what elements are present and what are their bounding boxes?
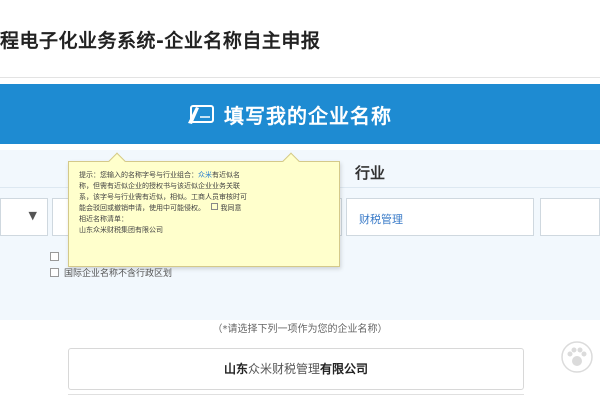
result-tradename: 众米财税管理 — [247, 362, 320, 376]
paw-logo-icon — [560, 340, 594, 374]
name-option-card[interactable]: 山东众米财税管理有限公司 — [68, 348, 524, 390]
result-suffix: 有限公司 — [320, 362, 369, 376]
tooltip-line-1: 提示：您输入的名称字号与行业组合：众米有近似名 — [79, 171, 240, 179]
region-select[interactable]: ▼ — [0, 198, 48, 236]
checkbox-1[interactable] — [50, 251, 59, 261]
similar-name-tooltip: 提示：您输入的名称字号与行业组合：众米有近似名 称，但需有近似企业的授权书与该近… — [68, 152, 340, 267]
banner-title: 填写我的企业名称 — [224, 103, 392, 128]
tooltip-line-6: 山东众米财税集团有限公司 — [79, 226, 163, 234]
page-title: 程电子化业务系统-企业名称自主申报 — [0, 30, 321, 52]
result-region: 山东 — [223, 362, 248, 376]
tooltip-line-4: 能会驳回或撤销申请，使用中可能侵权。 我同意 — [79, 203, 242, 212]
industry-label: 行业 — [355, 164, 386, 182]
section-banner: 填写我的企业名称 — [0, 84, 600, 144]
tooltip-line-3: 系，该字号与行业需有近似，相似。工商人员审核时可 — [79, 193, 247, 201]
checkbox-2[interactable] — [50, 267, 59, 277]
tooltip-line-5: 相近名称清单： — [79, 215, 128, 223]
app-header: 程电子化业务系统-企业名称自主申报 — [0, 0, 600, 78]
checkbox-2-label: 国际企业名称不含行政区划 — [64, 268, 173, 279]
organization-form-input[interactable] — [540, 198, 600, 236]
banner-content: 填写我的企业名称 — [186, 98, 392, 130]
next-option-edge — [68, 394, 524, 400]
agree-checkbox[interactable] — [211, 203, 219, 210]
pencil-document-icon — [186, 103, 216, 125]
tooltip-line-2: 称，但需有近似企业的授权书与该近似企业业务关联 — [79, 182, 240, 190]
selection-instruction: （*请选择下列一项作为您的企业名称） — [212, 324, 388, 335]
industry-input[interactable]: 财税管理 — [346, 198, 534, 236]
agree-label: 我同意 — [220, 204, 242, 212]
chevron-down-icon: ▼ — [28, 209, 37, 222]
